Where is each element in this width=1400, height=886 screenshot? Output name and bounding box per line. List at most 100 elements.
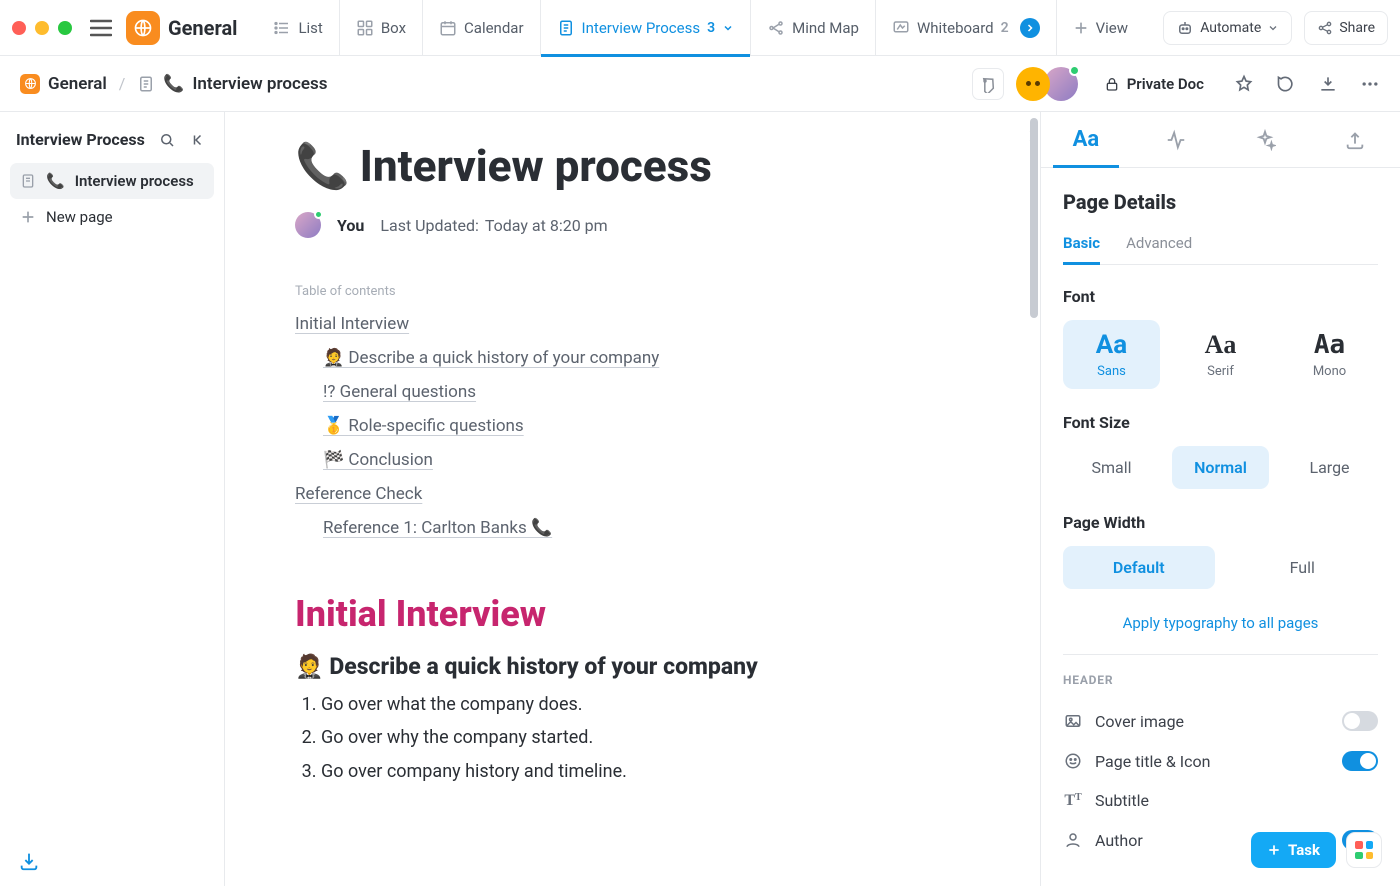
right-panel-body[interactable]: Page Details Basic Advanced Font Aa Sans… [1041, 168, 1400, 886]
toggle-title-icon[interactable] [1342, 751, 1378, 771]
view-tab-interview-process[interactable]: Interview Process 3 [541, 0, 752, 56]
font-options: Aa Sans Aa Serif Aa Mono [1063, 320, 1378, 389]
subtab-basic[interactable]: Basic [1063, 234, 1100, 264]
rp-tab-typography[interactable]: Aa [1041, 112, 1131, 167]
calendar-icon [439, 19, 457, 37]
toc-link[interactable]: 🤵 Describe a quick history of your compa… [295, 341, 980, 375]
sidebar-new-page-button[interactable]: New page [10, 199, 214, 235]
view-tab-box[interactable]: Box [340, 0, 423, 56]
apps-button[interactable] [1346, 832, 1382, 868]
section-heading[interactable]: Initial Interview [295, 593, 980, 635]
size-large[interactable]: Large [1281, 446, 1378, 489]
overflow-arrow-icon[interactable] [1020, 18, 1040, 38]
view-tab-mind-map[interactable]: Mind Map [751, 0, 876, 56]
toc-link[interactable]: Reference Check [295, 477, 422, 511]
toc-link[interactable]: Initial Interview [295, 307, 409, 341]
more-icon[interactable] [1360, 74, 1380, 94]
view-tabs: List Box Calendar Interview Process 3 Mi… [257, 0, 1144, 55]
automate-button[interactable]: Automate [1163, 11, 1292, 45]
pagewidth-section-label: Page Width [1063, 513, 1378, 532]
sidebar-item-interview-process[interactable]: 📞 Interview process [10, 163, 214, 199]
plus-icon [20, 209, 36, 225]
font-option-serif[interactable]: Aa Serif [1172, 320, 1269, 389]
window-zoom-button[interactable] [58, 21, 72, 35]
document-scroll[interactable]: 📞 Interview process You Last Updated: To… [225, 112, 1040, 886]
top-bar: General List Box Calendar Interview Proc… [0, 0, 1400, 56]
comment-icon[interactable] [1276, 74, 1296, 94]
phone-icon: 📞 [163, 74, 184, 94]
view-tab-label: List [298, 19, 322, 37]
view-tab-list[interactable]: List [257, 0, 339, 56]
smile-icon [1063, 752, 1083, 770]
view-tab-whiteboard[interactable]: Whiteboard 2 [876, 0, 1057, 56]
font-sample: Aa [1176, 332, 1265, 358]
view-tab-label: Interview Process [582, 19, 701, 37]
main-area: Interview Process 📞 Interview process Ne… [0, 112, 1400, 886]
new-task-button[interactable]: Task [1251, 832, 1336, 868]
rp-tab-activity[interactable] [1131, 112, 1221, 167]
star-icon[interactable] [1234, 74, 1254, 94]
download-icon[interactable] [1318, 74, 1338, 94]
toc-link[interactable]: !? General questions [295, 375, 980, 409]
font-section-label: Font [1063, 287, 1378, 306]
globe-icon [126, 11, 160, 45]
subtitle-icon: TT [1063, 792, 1083, 810]
font-option-label: Serif [1176, 364, 1265, 379]
phone-icon: 📞 [46, 172, 65, 190]
privacy-button[interactable]: Private Doc [1104, 75, 1204, 93]
author-avatar[interactable] [295, 212, 321, 238]
breadcrumb-space[interactable]: General [20, 74, 107, 94]
apply-typography-link[interactable]: Apply typography to all pages [1123, 614, 1319, 632]
import-icon[interactable] [18, 850, 40, 872]
rp-tab-export[interactable] [1310, 112, 1400, 167]
presence-dot-icon [314, 210, 323, 219]
collapse-sidebar-icon[interactable] [190, 131, 208, 149]
list-item[interactable]: Go over why the company started. [321, 721, 980, 754]
space-badge[interactable]: General [126, 11, 237, 45]
menu-icon[interactable] [90, 19, 112, 37]
width-default[interactable]: Default [1063, 546, 1215, 589]
page-title[interactable]: 📞 Interview process [295, 140, 980, 192]
breadcrumb-page[interactable]: 📞 Interview process [137, 74, 327, 94]
share-button[interactable]: Share [1304, 11, 1388, 45]
rp-tab-ai[interactable] [1221, 112, 1311, 167]
breadcrumb-space-label: General [48, 74, 107, 94]
toc-link[interactable]: 🥇 Role-specific questions [295, 409, 980, 443]
body-list[interactable]: Go over what the company does. Go over w… [295, 688, 980, 788]
typography-icon: Aa [1073, 127, 1100, 152]
view-tab-label: Mind Map [792, 19, 859, 37]
size-small[interactable]: Small [1063, 446, 1160, 489]
toc: Initial Interview 🤵 Describe a quick his… [295, 307, 980, 545]
add-view-button[interactable]: View [1057, 0, 1144, 56]
list-item[interactable]: Go over what the company does. [321, 688, 980, 721]
font-option-label: Mono [1285, 364, 1374, 379]
toc-link[interactable]: Reference 1: Carlton Banks 📞 [295, 511, 980, 545]
toc-link[interactable]: 🏁 Conclusion [295, 443, 980, 477]
search-icon[interactable] [158, 131, 176, 149]
space-name: General [168, 16, 237, 40]
sidebar-title: Interview Process [16, 130, 145, 149]
list-item[interactable]: Go over company history and timeline. [321, 755, 980, 788]
width-full[interactable]: Full [1227, 546, 1379, 589]
privacy-label: Private Doc [1127, 75, 1204, 93]
window-minimize-button[interactable] [35, 21, 49, 35]
page-emoji-icon[interactable]: 📞 [295, 140, 350, 192]
view-tab-label: Whiteboard [917, 19, 994, 37]
viewers-cluster[interactable] [1016, 67, 1078, 101]
sidebar-item-label: New page [46, 208, 113, 226]
size-normal[interactable]: Normal [1172, 446, 1269, 489]
view-tab-calendar[interactable]: Calendar [423, 0, 541, 56]
last-updated-label: Last Updated: [380, 216, 478, 235]
subsection-heading[interactable]: 🤵 Describe a quick history of your compa… [295, 653, 980, 680]
font-option-mono[interactable]: Aa Mono [1281, 320, 1378, 389]
header-section-label: HEADER [1063, 673, 1378, 687]
window-traffic-lights [12, 21, 72, 35]
window-close-button[interactable] [12, 21, 26, 35]
fontsize-section-label: Font Size [1063, 413, 1378, 432]
font-option-sans[interactable]: Aa Sans [1063, 320, 1160, 389]
subtab-advanced[interactable]: Advanced [1126, 234, 1192, 264]
page-sidebar: Interview Process 📞 Interview process Ne… [0, 112, 225, 886]
tag-button[interactable] [972, 68, 1004, 100]
header-option-label: Cover image [1095, 712, 1184, 731]
toggle-cover-image[interactable] [1342, 711, 1378, 731]
